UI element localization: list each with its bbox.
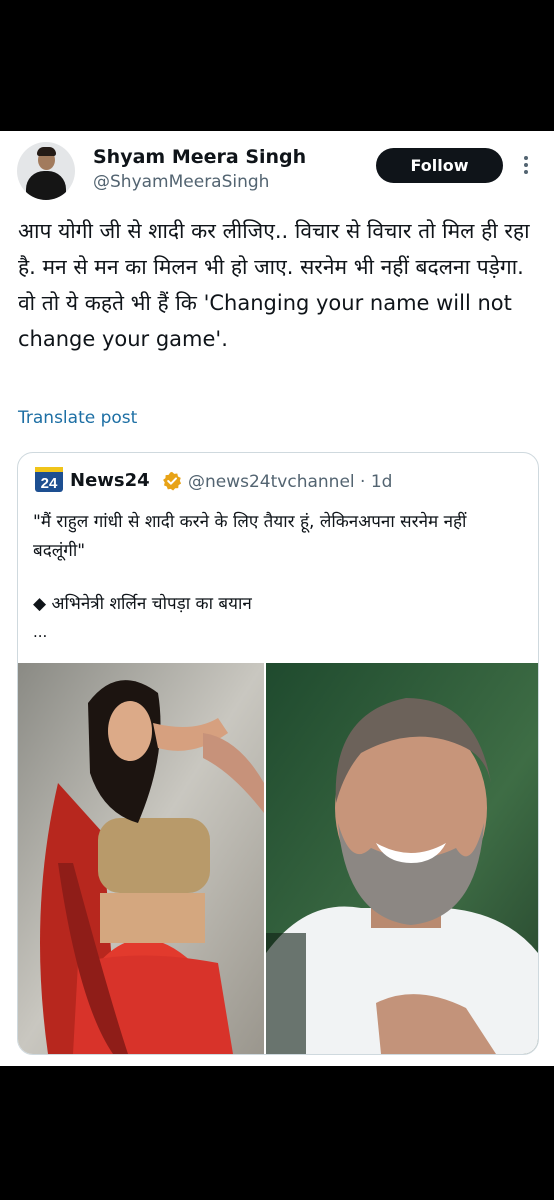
more-vertical-icon[interactable] [518, 153, 534, 177]
verified-badge-icon [163, 471, 182, 491]
quoted-time: 1d [370, 472, 393, 492]
quoted-photo-left[interactable] [18, 663, 264, 1054]
quoted-photo-right[interactable] [266, 663, 538, 1054]
post-card: Shyam Meera Singh @ShyamMeeraSingh Follo… [0, 131, 554, 1066]
quoted-handle: @news24tvchannel [188, 472, 355, 492]
quoted-bullet-text: ◆ अभिनेत्री शर्लिन चोपड़ा का बयान [33, 594, 252, 614]
author-handle[interactable]: @ShyamMeeraSingh [93, 172, 269, 192]
translate-post-link[interactable]: Translate post [18, 408, 137, 428]
author-name[interactable]: Shyam Meera Singh [93, 146, 306, 168]
svg-text:24: 24 [41, 475, 58, 492]
post-text: आप योगी जी से शादी कर लीजिए.. विचार से व… [18, 219, 530, 351]
quoted-post[interactable]: 24 News24 @news24tvchannel · 1d "मैं राह… [17, 452, 539, 1055]
quoted-ellipsis: ... [33, 623, 48, 641]
follow-button[interactable]: Follow [376, 148, 503, 183]
avatar-body [26, 171, 66, 200]
avatar-hair [37, 147, 56, 156]
quoted-text: "मैं राहुल गांधी से शादी करने के लिए तैय… [33, 512, 467, 561]
news24-logo: 24 [35, 467, 63, 492]
quoted-author-name: News24 [70, 470, 150, 491]
author-avatar[interactable] [17, 142, 75, 200]
quoted-handle-time: @news24tvchannel · 1d [188, 472, 393, 492]
